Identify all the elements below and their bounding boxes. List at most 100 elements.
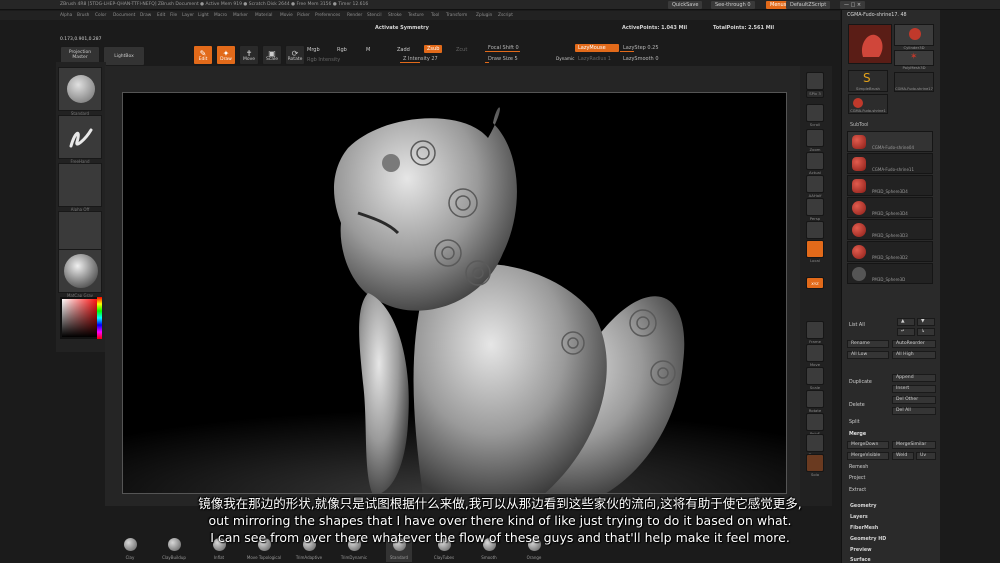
tool-thumb-fudo-2[interactable]: CGMA-Fudo-shrine17	[894, 72, 934, 92]
actual-button[interactable]: Actual	[806, 152, 824, 175]
merge-visible-button[interactable]: MergeVisible	[847, 452, 889, 460]
merge-similar-button[interactable]: MergeSimilar	[892, 441, 936, 449]
rename-button[interactable]: Rename	[847, 340, 889, 348]
activate-symmetry-label[interactable]: Activate Symmetry	[375, 25, 429, 31]
quicksave-button[interactable]: QuickSave	[668, 1, 703, 9]
menu-zscript[interactable]: Zscript	[498, 13, 513, 18]
tool-thumb-simplebrush[interactable]: S SimpleBrush	[848, 70, 888, 92]
menu-transform[interactable]: Transform	[446, 13, 467, 18]
floor-button[interactable]: Floor	[806, 221, 824, 244]
delete-button[interactable]: Delete	[849, 403, 865, 408]
subtool-row[interactable]: CGMA-Fudo-shrine11	[847, 153, 933, 174]
m-toggle[interactable]: M	[366, 47, 370, 53]
lazystep-slider[interactable]: LazyStep 0.25	[620, 44, 680, 52]
menu-texture[interactable]: Texture	[408, 13, 424, 18]
menu-document[interactable]: Document	[113, 13, 135, 18]
menu-stencil[interactable]: Stencil	[367, 13, 382, 18]
menu-material[interactable]: Material	[255, 13, 272, 18]
menu-edit[interactable]: Edit	[157, 13, 165, 18]
surface-menu[interactable]: Surface	[850, 558, 871, 563]
append-button[interactable]: Append	[892, 374, 936, 382]
zadd-toggle[interactable]: Zadd	[397, 47, 410, 53]
menu-light[interactable]: Light	[198, 13, 209, 18]
tool-thumb-fudo[interactable]	[848, 24, 892, 64]
zsub-toggle[interactable]: Zsub	[424, 45, 442, 53]
lazysmooth-slider[interactable]: LazySmooth 0	[620, 55, 680, 63]
subtool-row[interactable]: PM3D_Sphere3D4	[847, 175, 933, 196]
preview-menu[interactable]: Preview	[850, 548, 872, 553]
persp-button[interactable]: Persp	[806, 198, 824, 221]
z-intensity-slider[interactable]: Z Intensity 27	[400, 55, 475, 63]
tool-thumb-polymesh[interactable]: ✶ PolyMesh3D	[894, 50, 934, 70]
local-button[interactable]: Local	[806, 240, 824, 263]
solo-button[interactable]: Solo	[806, 454, 824, 477]
weld-toggle[interactable]: Weld	[892, 452, 914, 460]
default-zscript-button[interactable]: DefaultZScript	[786, 1, 831, 9]
lazyradius-slider[interactable]: LazyRadius 1	[578, 56, 611, 62]
menu-file[interactable]: File	[170, 13, 177, 18]
del-all-button[interactable]: Del All	[892, 407, 936, 415]
auto-reorder-button[interactable]: AutoReorder	[892, 340, 936, 348]
focal-shift-slider[interactable]: Focal Shift 0	[485, 44, 555, 52]
all-high-button[interactable]: All High	[892, 351, 936, 359]
subtool-row[interactable]: CGMA-Fudo-shrine04	[847, 131, 933, 152]
menu-macro[interactable]: Macro	[214, 13, 227, 18]
aahalf-button[interactable]: AAHalf	[806, 175, 824, 198]
del-other-button[interactable]: Del Other	[892, 396, 936, 404]
subtool-row[interactable]: PM3D_Sphere3D2	[847, 241, 933, 262]
zoom-button[interactable]: Zoom	[806, 129, 824, 152]
menu-movie[interactable]: Movie	[280, 13, 293, 18]
subtool-header[interactable]: SubTool	[850, 123, 938, 128]
brush-standard-tile[interactable]: Standard	[58, 67, 102, 116]
window-controls[interactable]: — □ ×	[840, 1, 866, 9]
hue-strip[interactable]	[97, 297, 102, 339]
split-menu[interactable]: Split	[849, 420, 860, 425]
color-picker[interactable]	[60, 297, 102, 339]
zcut-toggle[interactable]: Zcut	[456, 47, 467, 53]
rgb-toggle[interactable]: Rgb	[337, 47, 347, 53]
edit-button[interactable]: ✎ Edit	[193, 45, 213, 65]
extract-menu[interactable]: Extract	[849, 488, 866, 493]
stroke-freehand-tile[interactable]: FreeHand	[58, 115, 102, 164]
arrow-down-button[interactable]: ▼	[917, 318, 935, 326]
draw-size-slider[interactable]: Draw Size 5	[485, 55, 550, 63]
material-matcap-tile[interactable]: MatCap Gray	[58, 249, 102, 298]
subtool-row[interactable]: PM3D_Sphere3D4	[847, 197, 933, 218]
menu-tool[interactable]: Tool	[431, 13, 439, 18]
scroll-button[interactable]: Scroll	[806, 104, 824, 127]
subtool-row[interactable]: PM3D_Sphere3D3	[847, 219, 933, 240]
menu-draw[interactable]: Draw	[140, 13, 151, 18]
merge-menu[interactable]: Merge	[849, 432, 866, 437]
menu-brush[interactable]: Brush	[77, 13, 89, 18]
mrgb-toggle[interactable]: Mrgb	[307, 47, 320, 53]
xyz-button[interactable]: XYZ	[806, 277, 824, 289]
project-menu[interactable]: Project	[849, 476, 865, 481]
menu-color[interactable]: Color	[95, 13, 106, 18]
polyf-button[interactable]: PolyF	[806, 413, 824, 436]
frame-button[interactable]: Frame	[806, 321, 824, 344]
move-view-button[interactable]: Move	[806, 344, 824, 367]
menu-alpha[interactable]: Alpha	[60, 13, 72, 18]
move-up-button[interactable]: ↵	[897, 328, 915, 336]
rotate-button[interactable]: ⟳ Rotate	[285, 45, 305, 65]
menu-preferences[interactable]: Preferences	[315, 13, 340, 18]
bpr-button[interactable]: BPR	[806, 72, 824, 95]
all-low-button[interactable]: All Low	[847, 351, 889, 359]
see-through-slider[interactable]: See-through 0	[711, 1, 755, 9]
subtool-row[interactable]: PM3D_Sphere3D	[847, 263, 933, 284]
tool-thumb-fudo-3[interactable]: CGMA-Fudo-shrine1	[848, 94, 888, 114]
scale-button[interactable]: ▣ Scale	[262, 45, 282, 65]
menu-layer[interactable]: Layer	[182, 13, 194, 18]
uv-toggle[interactable]: Uv	[916, 452, 936, 460]
draw-button[interactable]: ✦ Draw	[216, 45, 236, 65]
scale-view-button[interactable]: Scale	[806, 367, 824, 390]
menu-zplugin[interactable]: Zplugin	[476, 13, 492, 18]
viewport-canvas[interactable]	[122, 92, 787, 494]
menu-stroke[interactable]: Stroke	[388, 13, 402, 18]
rgb-intensity-slider[interactable]: Rgb Intensity	[307, 57, 340, 63]
remesh-menu[interactable]: Remesh	[849, 465, 868, 470]
dynamic-toggle[interactable]: Dynamic	[556, 56, 574, 61]
move-down-button[interactable]: ↳	[917, 328, 935, 336]
duplicate-button[interactable]: Duplicate	[849, 380, 872, 385]
move-button[interactable]: ✝ Move	[239, 45, 259, 65]
